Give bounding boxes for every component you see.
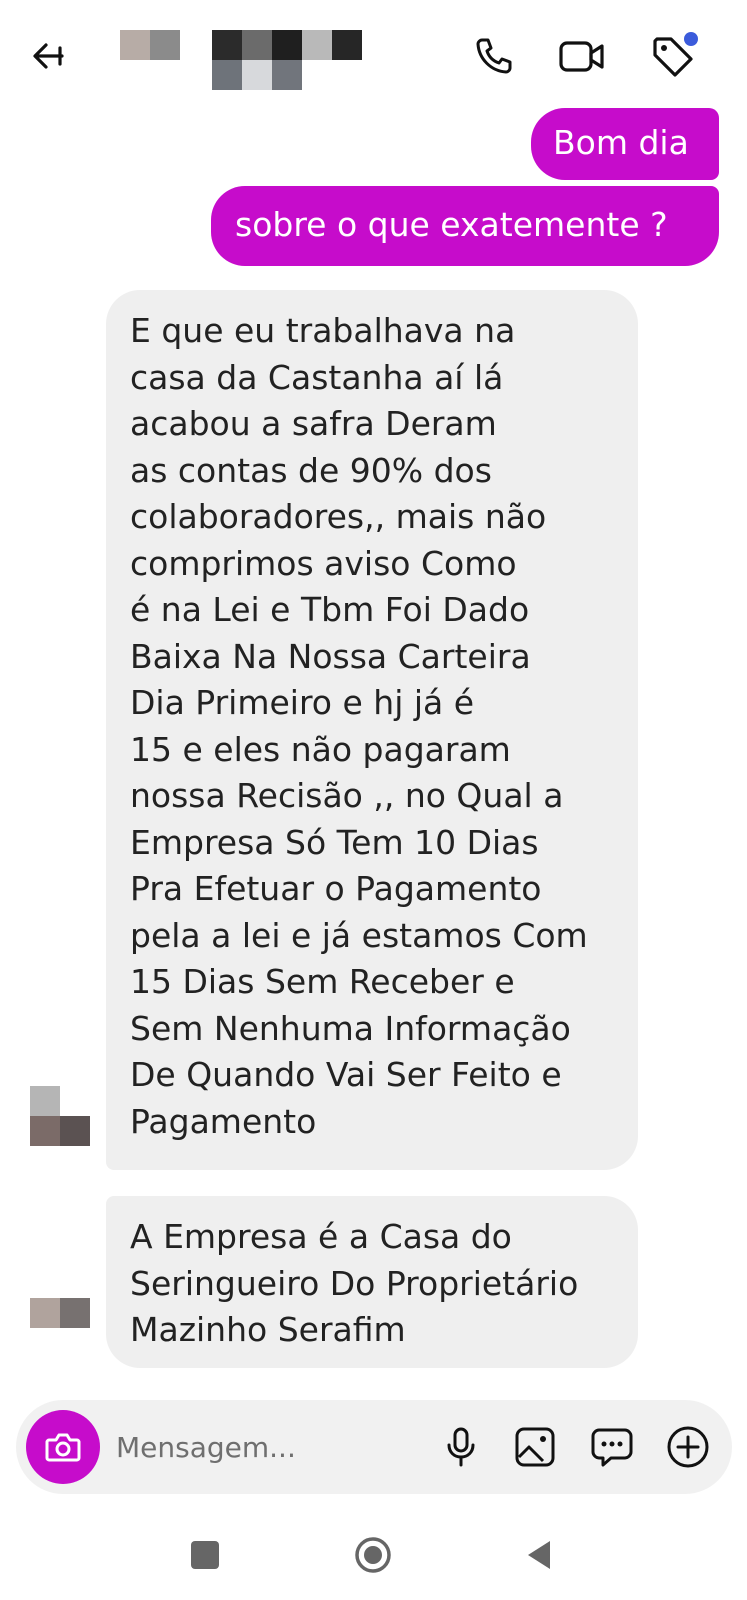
phone-icon xyxy=(476,38,512,74)
system-back-button[interactable] xyxy=(515,1530,565,1580)
incoming-message[interactable]: E que eu trabalhava na casa da Castanha … xyxy=(106,290,638,1170)
chat-header xyxy=(0,0,747,110)
recents-button[interactable] xyxy=(180,1530,230,1580)
video-camera-icon xyxy=(559,41,604,72)
message-input[interactable] xyxy=(116,1426,416,1468)
plus-circle-icon xyxy=(667,1426,709,1468)
add-button[interactable] xyxy=(661,1420,715,1474)
video-call-button[interactable] xyxy=(556,30,608,82)
camera-icon xyxy=(45,1433,81,1462)
arrow-left-icon xyxy=(33,43,64,69)
outgoing-message[interactable]: Bom dia xyxy=(531,108,719,180)
system-navigation-bar xyxy=(0,1510,747,1600)
back-button[interactable] xyxy=(26,34,70,78)
incoming-message[interactable]: A Empresa é a Casa do Seringueiro Do Pro… xyxy=(106,1196,638,1368)
triangle-back-icon xyxy=(528,1541,550,1569)
tag-button[interactable] xyxy=(646,30,698,82)
image-icon xyxy=(515,1427,555,1467)
microphone-icon xyxy=(447,1427,475,1467)
chat-bubble-icon xyxy=(591,1428,633,1467)
outgoing-message[interactable]: sobre o que exatemente ? xyxy=(211,186,719,266)
voice-call-button[interactable] xyxy=(468,30,520,82)
voice-message-button[interactable] xyxy=(434,1420,488,1474)
home-button[interactable] xyxy=(348,1530,398,1580)
circle-icon xyxy=(355,1537,391,1573)
notification-dot xyxy=(684,32,698,46)
sticker-button[interactable] xyxy=(585,1420,639,1474)
gallery-button[interactable] xyxy=(508,1420,562,1474)
camera-button[interactable] xyxy=(26,1410,100,1484)
square-icon xyxy=(191,1541,219,1569)
message-composer xyxy=(16,1400,732,1494)
